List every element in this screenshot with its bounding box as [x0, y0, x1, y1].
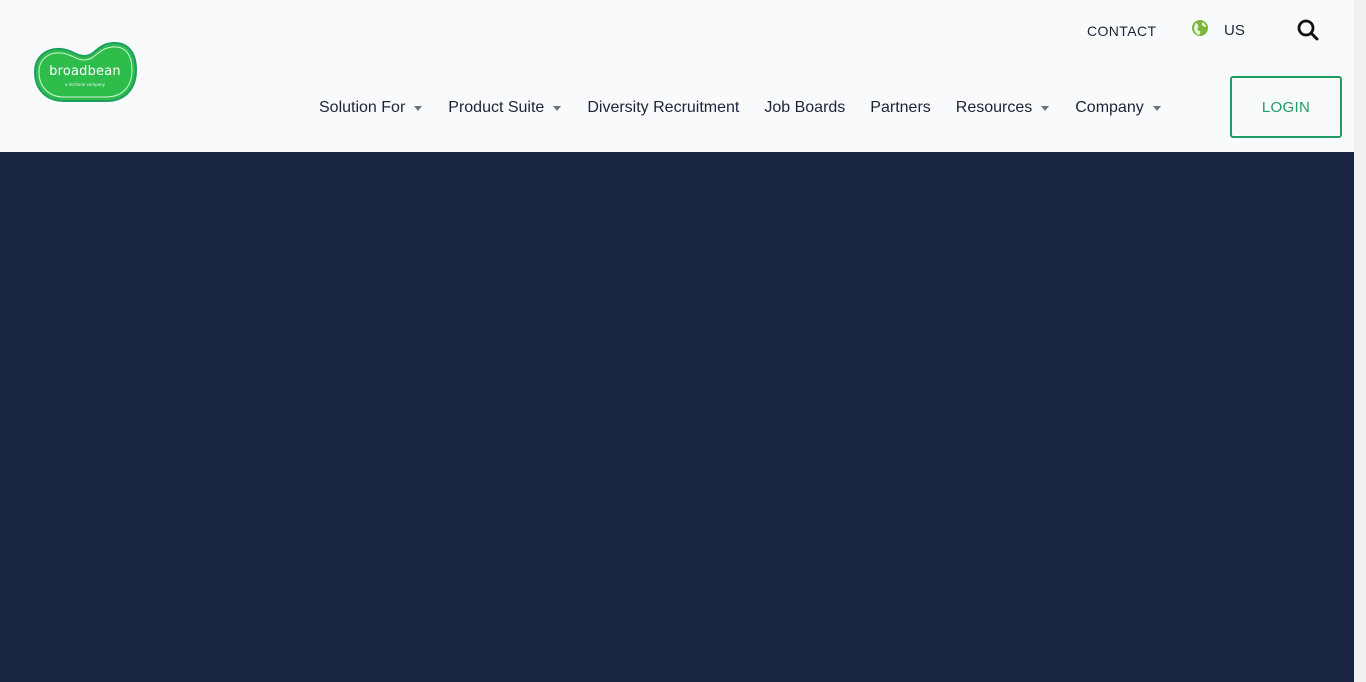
main-nav: Solution For Product Suite Diversity Rec… [319, 96, 1161, 120]
nav-item-label: Diversity Recruitment [587, 99, 740, 116]
search-button[interactable] [1296, 18, 1320, 42]
nav-item-job-boards[interactable]: Job Boards [764, 99, 845, 117]
nav-item-label: Product Suite [448, 99, 545, 116]
caret-down-icon [553, 106, 562, 111]
logo-tagline: a Veritone company [64, 82, 106, 87]
caret-down-icon [414, 106, 423, 111]
nav-item-diversity-recruitment[interactable]: Diversity Recruitment [587, 99, 739, 117]
nav-item-solution-for[interactable]: Solution For [319, 99, 423, 117]
page: broadbean a Veritone company CONTACT US [0, 0, 1366, 682]
nav-item-label: Partners [870, 99, 931, 116]
nav-item-product-suite[interactable]: Product Suite [448, 99, 562, 117]
caret-down-icon [1041, 106, 1050, 111]
region-label: US [1224, 21, 1245, 39]
caret-down-icon [1152, 106, 1161, 111]
login-button[interactable]: LOGIN [1230, 76, 1342, 138]
nav-item-resources[interactable]: Resources [955, 99, 1050, 117]
search-icon [1296, 19, 1320, 45]
page-scrollbar[interactable] [1354, 0, 1366, 682]
nav-item-company[interactable]: Company [1075, 99, 1161, 117]
nav-item-label: Resources [955, 99, 1033, 116]
contact-link[interactable]: CONTACT [1087, 23, 1156, 39]
nav-item-label: Solution For [319, 99, 406, 116]
globe-icon [1191, 19, 1209, 42]
site-header: broadbean a Veritone company CONTACT US [0, 0, 1354, 152]
nav-item-partners[interactable]: Partners [870, 99, 930, 117]
hero-section [0, 152, 1354, 682]
logo-wordmark: broadbean [49, 64, 121, 79]
nav-item-label: Job Boards [764, 99, 846, 116]
region-selector[interactable]: US [1191, 19, 1245, 42]
nav-item-label: Company [1075, 99, 1144, 116]
broadbean-logo[interactable]: broadbean a Veritone company [31, 40, 139, 104]
